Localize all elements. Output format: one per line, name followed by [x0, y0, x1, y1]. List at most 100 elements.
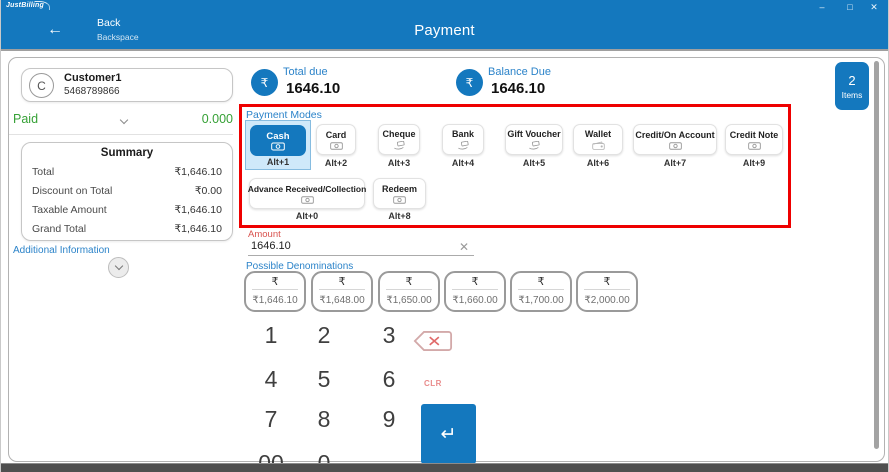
denomination-button[interactable]: ₹ ₹1,648.00: [311, 271, 373, 312]
clear-amount-icon[interactable]: ✕: [459, 240, 469, 254]
hand-cash-icon: [457, 141, 470, 150]
mode-label: Gift Voucher: [507, 129, 560, 140]
vertical-scrollbar[interactable]: [874, 61, 879, 449]
payment-mode-redeem-button[interactable]: Redeem: [373, 178, 426, 209]
divider: [9, 134, 233, 135]
summary-row-taxable: Taxable Amount ₹1,646.10: [32, 200, 222, 219]
summary-value: ₹1,646.10: [174, 166, 222, 178]
denomination-button[interactable]: ₹ ₹1,646.10: [244, 271, 306, 312]
summary-row-discount: Discount on Total ₹0.00: [32, 181, 222, 200]
numpad-key-9[interactable]: 9: [371, 406, 407, 432]
items-count: 2: [848, 73, 855, 88]
enter-button[interactable]: ↵: [421, 404, 476, 464]
window-bottom-edge: [1, 463, 888, 472]
mode-shortcut: Alt+6: [573, 158, 623, 168]
denomination-button[interactable]: ₹ ₹2,000.00: [576, 271, 638, 312]
payment-mode-gift-voucher-button[interactable]: Gift Voucher: [505, 124, 563, 155]
denomination-value: ₹1,648.00: [313, 290, 371, 310]
mode-shortcut: Alt+9: [725, 158, 783, 168]
mode-shortcut: Alt+1: [246, 157, 310, 167]
paid-value: 0.000: [161, 112, 233, 126]
payment-mode-bank-button[interactable]: Bank: [442, 124, 484, 155]
summary-card: Summary Total ₹1,646.10 Discount on Tota…: [21, 142, 233, 241]
minimize-button[interactable]: –: [814, 0, 830, 14]
denomination-value: ₹1,700.00: [512, 290, 570, 310]
title-bar: JustBilling – □ ✕: [1, 0, 888, 14]
expand-button[interactable]: [108, 257, 129, 278]
numpad-key-6[interactable]: 6: [371, 366, 407, 392]
rupee-symbol: ₹: [518, 273, 564, 290]
total-due-value: 1646.10: [286, 80, 340, 97]
mode-label: Credit Note: [730, 130, 779, 141]
numpad-key-5[interactable]: 5: [306, 366, 342, 392]
summary-title: Summary: [32, 147, 222, 159]
customer-card[interactable]: C Customer1 5468789866: [21, 68, 233, 102]
mode-label: Credit/On Account: [635, 130, 714, 141]
mode-label: Card: [326, 130, 347, 141]
banknote-icon: [271, 142, 285, 151]
rupee-symbol: ₹: [319, 273, 365, 290]
items-count-button[interactable]: 2 Items: [835, 62, 869, 110]
additional-information-link[interactable]: Additional Information: [13, 245, 110, 256]
banknote-icon: [301, 196, 314, 204]
summary-value: ₹0.00: [195, 185, 222, 197]
summary-value: ₹1,646.10: [174, 204, 222, 216]
numpad-key-8[interactable]: 8: [306, 406, 342, 432]
summary-label: Grand Total: [32, 223, 86, 235]
rupee-symbol: ₹: [252, 273, 298, 290]
numpad-key-4[interactable]: 4: [253, 366, 289, 392]
maximize-button[interactable]: □: [842, 0, 858, 14]
summary-label: Taxable Amount: [32, 204, 107, 216]
balance-due-label: Balance Due: [488, 66, 551, 78]
payment-mode-cheque-button[interactable]: Cheque: [378, 124, 420, 155]
denomination-value: ₹1,646.10: [246, 290, 304, 310]
denomination-button[interactable]: ₹ ₹1,650.00: [378, 271, 440, 312]
mode-label: Redeem: [382, 184, 417, 195]
app-logo: JustBilling: [6, 2, 44, 9]
hand-cash-icon: [528, 141, 541, 150]
summary-row-grand-total: Grand Total ₹1,646.10: [32, 219, 222, 238]
summary-label: Total: [32, 166, 54, 178]
payment-mode-credit-note-button[interactable]: Credit Note: [725, 124, 783, 155]
amount-label: Amount: [248, 229, 281, 240]
denomination-value: ₹2,000.00: [578, 290, 636, 310]
numpad-key-7[interactable]: 7: [253, 406, 289, 432]
enter-icon: ↵: [441, 423, 457, 446]
payment-mode-cash-button[interactable]: Cash: [250, 125, 306, 156]
payment-mode-wallet-button[interactable]: Wallet: [573, 124, 623, 155]
close-button[interactable]: ✕: [866, 0, 882, 14]
denomination-button[interactable]: ₹ ₹1,700.00: [510, 271, 572, 312]
backspace-icon[interactable]: [412, 330, 454, 357]
mode-shortcut: Alt+8: [373, 211, 426, 221]
mode-shortcut: Alt+0: [249, 211, 365, 221]
wallet-icon: [592, 141, 605, 150]
numpad-key-3[interactable]: 3: [371, 322, 407, 348]
items-label: Items: [842, 90, 863, 100]
clear-button[interactable]: CLR: [413, 379, 453, 388]
balance-due-value: 1646.10: [491, 80, 545, 97]
numpad-key-1[interactable]: 1: [253, 322, 289, 348]
customer-phone: 5468789866: [64, 86, 120, 97]
mode-label: Cheque: [382, 129, 415, 140]
mode-shortcut: Alt+4: [442, 158, 484, 168]
amount-input[interactable]: [248, 240, 474, 256]
mode-shortcut: Alt+3: [378, 158, 420, 168]
denomination-value: ₹1,660.00: [446, 290, 504, 310]
rupee-symbol: ₹: [386, 273, 432, 290]
summary-value: ₹1,646.10: [174, 223, 222, 235]
payment-mode-cash-selected[interactable]: Cash Alt+1: [245, 120, 311, 170]
summary-row-total: Total ₹1,646.10: [32, 162, 222, 181]
payment-mode-card-button[interactable]: Card: [316, 124, 356, 155]
payment-mode-advance-button[interactable]: Advance Received/Collection: [249, 178, 365, 209]
mode-label: Advance Received/Collection: [248, 184, 367, 195]
banknote-icon: [393, 196, 406, 204]
summary-label: Discount on Total: [32, 185, 112, 197]
nav-bar: ← Back Backspace Payment: [1, 14, 888, 51]
customer-name: Customer1: [64, 72, 121, 84]
total-due-label: Total due: [283, 66, 328, 78]
hand-cash-icon: [393, 141, 406, 150]
numpad-key-2[interactable]: 2: [306, 322, 342, 348]
payment-mode-credit-on-account-button[interactable]: Credit/On Account: [633, 124, 717, 155]
denomination-button[interactable]: ₹ ₹1,660.00: [444, 271, 506, 312]
rupee-icon: ₹: [251, 69, 278, 96]
